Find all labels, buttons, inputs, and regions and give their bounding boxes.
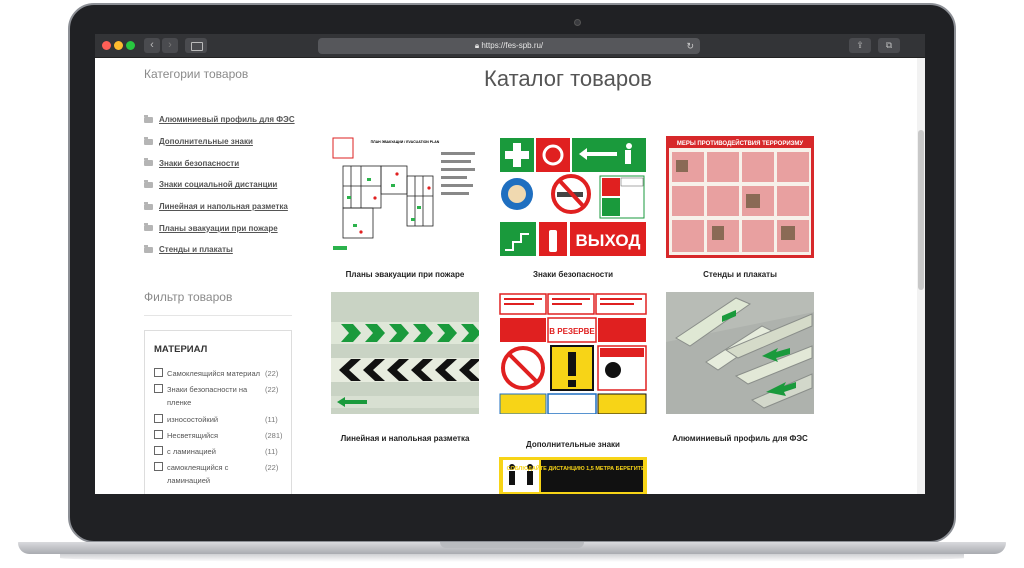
checkbox[interactable] xyxy=(154,384,163,393)
chevron-right-icon: › xyxy=(168,39,172,51)
filter-option-label: Самоклеящийся материал xyxy=(167,369,261,378)
product-caption[interactable]: Знаки безопасности xyxy=(499,268,647,281)
checkbox[interactable] xyxy=(154,462,163,471)
reserve-sign-text: В РЕЗЕРВЕ xyxy=(549,327,595,336)
filter-option[interactable]: с ламинацией (11) xyxy=(154,446,278,458)
product-caption[interactable]: Алюминиевый профиль для ФЭС xyxy=(666,432,814,445)
tabs-button[interactable]: ⧉ xyxy=(878,38,900,53)
checkbox[interactable] xyxy=(154,414,163,423)
aluminium-profile-image[interactable] xyxy=(666,292,814,414)
product-caption[interactable]: Дополнительные знаки xyxy=(499,438,647,451)
additional-signs-image[interactable]: В РЕЗЕРВЕ xyxy=(499,292,647,414)
filter-option-count: (281) xyxy=(265,431,283,440)
filter-option[interactable]: самоклеящийся с ламинацией (22) xyxy=(154,462,279,487)
filter-option-label: с ламинацией xyxy=(167,447,216,456)
categories-title: Категории товаров xyxy=(144,67,249,81)
laptop-shadow xyxy=(60,554,964,562)
web-page: Категории товаров Алюминиевый профиль дл… xyxy=(95,58,925,494)
poster-heading-text: МЕРЫ ПРОТИВОДЕЙСТВИЯ ТЕРРОРИЗМУ xyxy=(677,139,804,147)
social-distance-image[interactable]: СОБЛЮДАЙТЕ ДИСТАНЦИЮ 1,5 МЕТРА БЕРЕГИТЕ … xyxy=(499,457,647,494)
tabs-icon: ⧉ xyxy=(885,40,893,50)
reload-icon[interactable]: ↻ xyxy=(686,38,694,54)
product-caption[interactable]: Планы эвакуации при пожаре xyxy=(331,268,479,281)
filter-option-label: Знаки безопасности на пленке xyxy=(167,385,248,407)
address-bar-url: https://fes-spb.ru/ xyxy=(481,41,544,50)
camera-icon xyxy=(574,19,581,26)
folder-icon xyxy=(144,136,153,145)
product-caption[interactable]: Стенды и плакаты xyxy=(666,268,814,281)
laptop-notch xyxy=(440,542,584,548)
filter-option-label: самоклеящийся с ламинацией xyxy=(167,463,229,485)
folder-icon xyxy=(144,223,153,232)
scrollbar-thumb[interactable] xyxy=(918,130,924,290)
page-scrollbar[interactable] xyxy=(917,58,925,494)
filter-option-count: (11) xyxy=(265,447,278,456)
filter-heading: МАТЕРИАЛ xyxy=(154,344,208,355)
filter-option-label: Несветящийся xyxy=(167,431,219,440)
category-link[interactable]: Знаки безопасности xyxy=(159,159,239,168)
share-icon: ⇪ xyxy=(856,40,864,50)
filter-option-count: (11) xyxy=(265,415,278,424)
category-link[interactable]: Дополнительные знаки xyxy=(159,137,253,146)
folder-icon xyxy=(144,201,153,210)
filter-option[interactable]: Самоклеящийся материал (22) xyxy=(154,368,279,380)
laptop-frame: ‹ › 🔒︎ https://fes-spb.ru/ ↻ ⇪ ⧉ Категор… xyxy=(0,0,1024,568)
sidebar-toggle-button[interactable] xyxy=(185,38,207,53)
filter-option[interactable]: Несветящийся (281) xyxy=(154,430,283,442)
category-item[interactable]: Дополнительные знаки xyxy=(144,131,295,153)
checkbox[interactable] xyxy=(154,368,163,377)
filter-option[interactable]: Знаки безопасности на пленке (22) xyxy=(154,384,279,409)
category-item[interactable]: Алюминиевый профиль для ФЭС xyxy=(144,109,295,131)
distance-sign-text: СОБЛЮДАЙТЕ ДИСТАНЦИЮ 1,5 МЕТРА БЕРЕГИТЕ … xyxy=(507,464,647,472)
lock-icon: 🔒︎ xyxy=(474,41,480,50)
checkbox[interactable] xyxy=(154,446,163,455)
filter-option-label: износостойкий xyxy=(167,415,219,424)
category-item[interactable]: Знаки безопасности xyxy=(144,152,295,174)
forward-button[interactable]: › xyxy=(162,38,178,53)
maximize-window-button[interactable] xyxy=(126,41,135,50)
checkbox[interactable] xyxy=(154,430,163,439)
folder-icon xyxy=(144,158,153,167)
close-window-button[interactable] xyxy=(102,41,111,50)
plan-heading-text: ПЛАН ЭВАКУАЦИИ / EVACUATION PLAN xyxy=(371,140,440,144)
browser-toolbar: ‹ › 🔒︎ https://fes-spb.ru/ ↻ ⇪ ⧉ xyxy=(95,34,925,58)
category-link[interactable]: Алюминиевый профиль для ФЭС xyxy=(159,115,295,124)
address-bar[interactable]: 🔒︎ https://fes-spb.ru/ ↻ xyxy=(318,38,700,54)
category-link[interactable]: Линейная и напольная разметка xyxy=(159,202,288,211)
category-link[interactable]: Знаки социальной дистанции xyxy=(159,180,277,189)
evacuation-plan-image[interactable]: ПЛАН ЭВАКУАЦИИ / EVACUATION PLAN xyxy=(331,136,479,258)
category-item[interactable]: Планы эвакуации при пожаре xyxy=(144,217,295,239)
floor-marking-image[interactable] xyxy=(331,292,479,414)
category-item[interactable]: Знаки социальной дистанции xyxy=(144,174,295,196)
safety-signs-image[interactable]: ВЫХОД xyxy=(499,136,647,258)
filter-option-count: (22) xyxy=(265,463,279,472)
exit-sign-text: ВЫХОД xyxy=(576,231,641,250)
share-button[interactable]: ⇪ xyxy=(849,38,871,53)
folder-icon xyxy=(144,114,153,123)
product-caption[interactable]: Линейная и напольная разметка xyxy=(331,432,479,445)
filter-option-count: (22) xyxy=(265,369,279,378)
divider xyxy=(144,315,292,316)
category-list: Алюминиевый профиль для ФЭС Дополнительн… xyxy=(144,109,295,261)
material-filter-box: МАТЕРИАЛ Самоклеящийся материал (22) Знак… xyxy=(144,330,292,494)
folder-icon xyxy=(144,244,153,253)
category-item[interactable]: Стенды и плакаты xyxy=(144,239,295,261)
stands-posters-image[interactable]: МЕРЫ ПРОТИВОДЕЙСТВИЯ ТЕРРОРИЗМУ xyxy=(666,136,814,258)
category-item[interactable]: Линейная и напольная разметка xyxy=(144,196,295,218)
page-title: Каталог товаров xyxy=(484,66,652,91)
filter-option-count: (22) xyxy=(265,385,279,394)
back-button[interactable]: ‹ xyxy=(144,38,160,53)
folder-icon xyxy=(144,179,153,188)
category-link[interactable]: Планы эвакуации при пожаре xyxy=(159,224,278,233)
filter-title: Фильтр товаров xyxy=(144,290,233,304)
minimize-window-button[interactable] xyxy=(114,41,123,50)
browser-window: ‹ › 🔒︎ https://fes-spb.ru/ ↻ ⇪ ⧉ Категор… xyxy=(95,34,925,494)
category-link[interactable]: Стенды и плакаты xyxy=(159,245,233,254)
chevron-left-icon: ‹ xyxy=(150,39,154,51)
filter-option[interactable]: износостойкий (11) xyxy=(154,414,278,426)
